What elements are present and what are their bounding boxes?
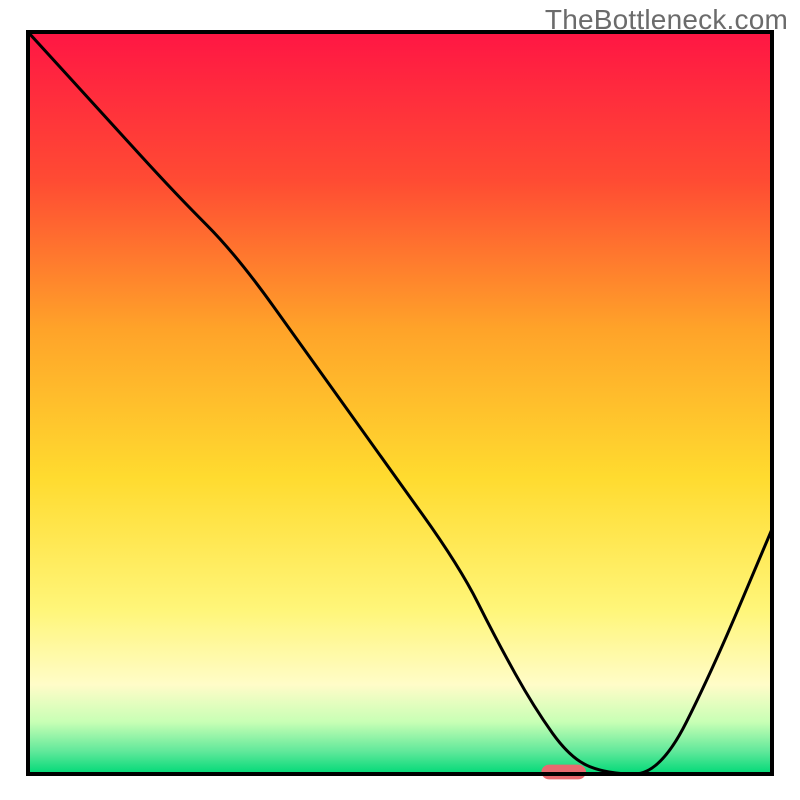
chart-svg — [0, 0, 800, 800]
chart-canvas: TheBottleneck.com — [0, 0, 800, 800]
gradient-background — [28, 32, 772, 774]
